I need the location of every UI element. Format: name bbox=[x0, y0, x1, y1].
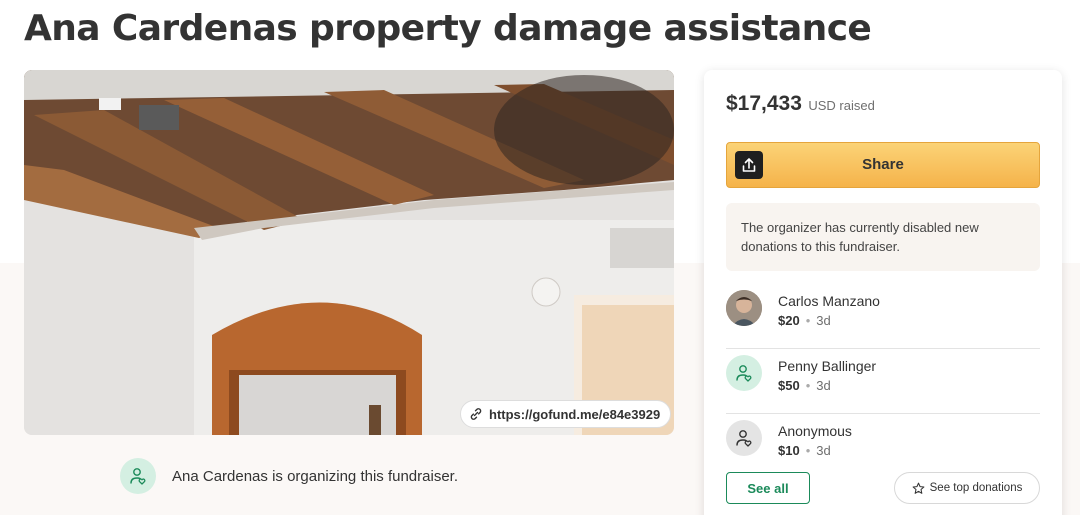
organizer-avatar bbox=[120, 458, 156, 494]
heart-hand-icon bbox=[736, 430, 752, 447]
raised-label: USD raised bbox=[808, 98, 875, 113]
link-icon bbox=[469, 407, 483, 421]
donation-item: Carlos Manzano $20 • 3d bbox=[726, 285, 1040, 349]
donor-name: Carlos Manzano bbox=[778, 293, 880, 309]
donation-item: Anonymous $10 • 3d bbox=[726, 415, 1040, 479]
donation-sidebar: $17,433 USD raised Share The organizer h… bbox=[704, 70, 1062, 515]
donations-disabled-notice: The organizer has currently disabled new… bbox=[726, 203, 1040, 271]
share-link-pill[interactable]: https://gofund.me/e84e3929 bbox=[460, 400, 672, 428]
heart-hand-icon bbox=[736, 365, 752, 382]
share-button[interactable]: Share bbox=[726, 142, 1040, 188]
donation-meta: $10 • 3d bbox=[778, 443, 831, 458]
campaign-photo[interactable]: https://gofund.me/e84e3929 bbox=[24, 70, 674, 435]
separator-dot: • bbox=[805, 378, 811, 393]
donation-meta: $50 • 3d bbox=[778, 378, 831, 393]
organizer-text: Ana Cardenas is organizing this fundrais… bbox=[172, 467, 458, 485]
separator-dot: • bbox=[805, 443, 811, 458]
donor-avatar bbox=[726, 420, 762, 456]
donation-time: 3d bbox=[816, 378, 831, 393]
share-button-label: Share bbox=[862, 156, 904, 173]
share-link-text: https://gofund.me/e84e3929 bbox=[489, 406, 661, 422]
donor-name: Anonymous bbox=[778, 423, 852, 439]
see-all-button[interactable]: See all bbox=[726, 472, 810, 504]
donor-name: Penny Ballinger bbox=[778, 358, 877, 374]
donation-amount: $10 bbox=[778, 443, 800, 458]
organizer-row: Ana Cardenas is organizing this fundrais… bbox=[120, 458, 458, 494]
raised-amount: $17,433 bbox=[726, 92, 802, 115]
donor-avatar-photo bbox=[726, 290, 762, 326]
donation-time: 3d bbox=[816, 443, 831, 458]
see-top-donations-label: See top donations bbox=[929, 482, 1023, 494]
page-title: Ana Cardenas property damage assistance bbox=[24, 8, 872, 49]
separator-dot: • bbox=[805, 313, 811, 328]
donation-amount: $50 bbox=[778, 378, 800, 393]
see-top-donations-button[interactable]: See top donations bbox=[894, 472, 1040, 504]
donation-time: 3d bbox=[816, 313, 831, 328]
heart-hand-icon bbox=[130, 468, 146, 485]
star-icon bbox=[912, 482, 925, 494]
amount-raised: $17,433 USD raised bbox=[726, 92, 875, 116]
campaign-photo-image bbox=[24, 70, 674, 435]
donation-amount: $20 bbox=[778, 313, 800, 328]
donor-avatar bbox=[726, 355, 762, 391]
donation-meta: $20 • 3d bbox=[778, 313, 831, 328]
donation-item: Penny Ballinger $50 • 3d bbox=[726, 350, 1040, 414]
